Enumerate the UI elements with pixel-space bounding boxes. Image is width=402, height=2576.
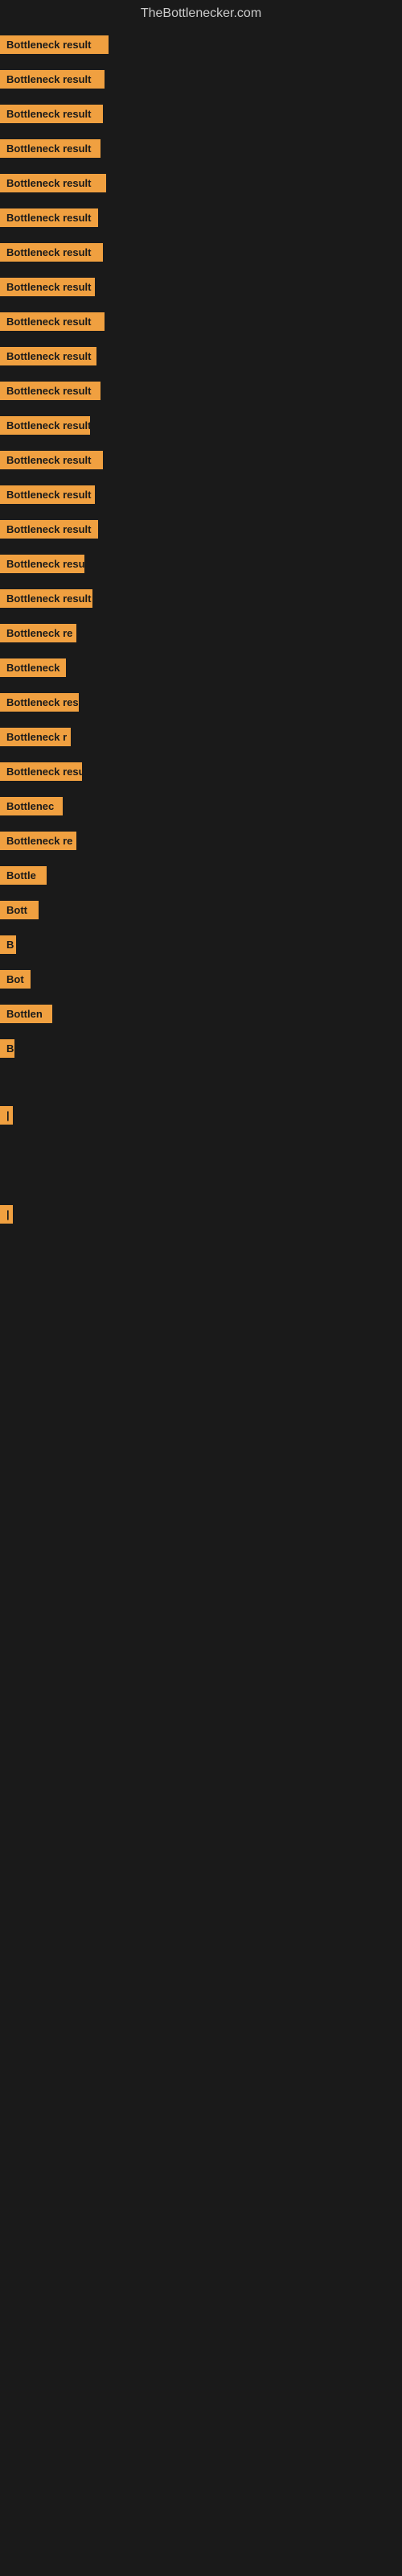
bottleneck-result-bar: Bottleneck result [0, 382, 100, 400]
site-title: TheBottlenecker.com [0, 0, 402, 27]
list-item: Bottleneck res [0, 685, 402, 720]
bottleneck-result-bar: Bottleneck result [0, 520, 98, 539]
list-item: Bottleneck [0, 650, 402, 685]
list-item: B [0, 1031, 402, 1066]
list-item: Bottleneck result [0, 235, 402, 270]
bottleneck-result-bar: Bottleneck result [0, 243, 103, 262]
bottleneck-result-bar: Bottleneck result [0, 589, 92, 608]
list-item: Bottleneck result [0, 304, 402, 339]
bottleneck-result-bar: Bottleneck result [0, 174, 106, 192]
bottleneck-result-bar: Bottleneck result [0, 451, 103, 469]
list-item: Bottleneck result [0, 270, 402, 304]
bottleneck-result-bar: Bot [0, 970, 31, 989]
bottleneck-result-bar: Bottleneck re [0, 624, 76, 642]
list-item: Bottleneck result [0, 443, 402, 477]
list-item [0, 1082, 402, 1098]
bottleneck-result-bar: Bottle [0, 866, 47, 885]
bottleneck-result-bar: B [0, 1039, 14, 1058]
bottleneck-result-bar: Bottlenec [0, 797, 63, 815]
list-item [0, 1149, 402, 1165]
bottleneck-result-bar: Bottleneck result [0, 35, 109, 54]
bottleneck-result-bar: Bott [0, 901, 39, 919]
list-item: B [0, 927, 402, 962]
bottleneck-result-bar: Bottleneck res [0, 693, 79, 712]
list-item [0, 1165, 402, 1181]
list-item: Bottleneck result [0, 97, 402, 131]
list-item: Bottleneck re [0, 616, 402, 650]
bottleneck-result-bar: Bottleneck result [0, 208, 98, 227]
list-item: Bottle [0, 858, 402, 893]
bottleneck-result-bar: Bottleneck result [0, 312, 105, 331]
list-item: Bottleneck result [0, 166, 402, 200]
bottleneck-result-bar: Bottleneck result [0, 347, 96, 365]
bottleneck-result-bar: Bottleneck resu [0, 762, 82, 781]
bottleneck-result-bar: Bottleneck result [0, 70, 105, 89]
list-item: | [0, 1197, 402, 1232]
list-item: Bot [0, 962, 402, 997]
list-item: Bottleneck result [0, 374, 402, 408]
bottleneck-result-bar: Bottleneck resu [0, 555, 84, 573]
list-item [0, 1181, 402, 1197]
list-item: Bott [0, 893, 402, 927]
list-item: Bottlenec [0, 789, 402, 824]
bottleneck-result-bar: Bottleneck re [0, 832, 76, 850]
bars-container: Bottleneck result Bottleneck result Bottle… [0, 27, 402, 1232]
list-item: Bottleneck result [0, 512, 402, 547]
bottleneck-result-bar: | [0, 1106, 13, 1125]
bottleneck-result-bar: B [0, 935, 16, 954]
list-item: Bottleneck result [0, 477, 402, 512]
list-item: Bottleneck r [0, 720, 402, 754]
list-item: Bottleneck re [0, 824, 402, 858]
list-item: Bottlen [0, 997, 402, 1031]
list-item: | [0, 1098, 402, 1133]
bottleneck-result-bar: Bottlen [0, 1005, 52, 1023]
bottleneck-result-bar: Bottleneck result [0, 278, 95, 296]
list-item [0, 1066, 402, 1082]
bottleneck-result-bar: | [0, 1205, 13, 1224]
list-item: Bottleneck result [0, 200, 402, 235]
list-item [0, 1133, 402, 1149]
list-item: Bottleneck result [0, 408, 402, 443]
list-item: Bottleneck resu [0, 754, 402, 789]
list-item: Bottleneck result [0, 339, 402, 374]
list-item: Bottleneck result [0, 581, 402, 616]
list-item: Bottleneck result [0, 27, 402, 62]
bottleneck-result-bar: Bottleneck result [0, 139, 100, 158]
bottleneck-result-bar: Bottleneck [0, 658, 66, 677]
bottleneck-result-bar: Bottleneck r [0, 728, 71, 746]
bottleneck-result-bar: Bottleneck result [0, 416, 90, 435]
list-item: Bottleneck resu [0, 547, 402, 581]
list-item: Bottleneck result [0, 62, 402, 97]
bottleneck-result-bar: Bottleneck result [0, 105, 103, 123]
list-item: Bottleneck result [0, 131, 402, 166]
bottleneck-result-bar: Bottleneck result [0, 485, 95, 504]
